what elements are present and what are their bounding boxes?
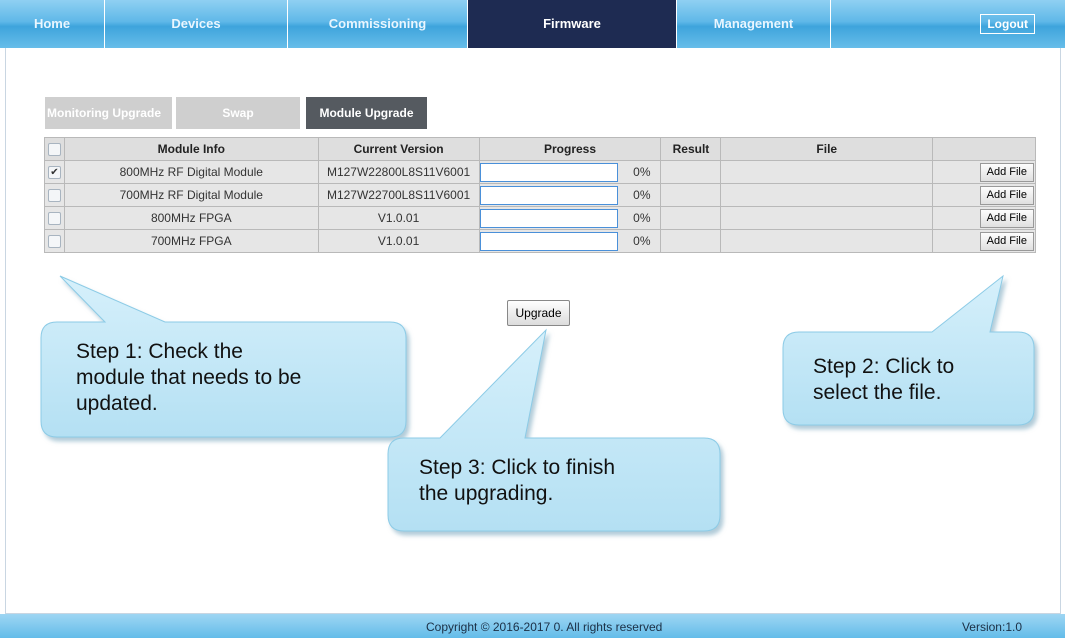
file-cell	[720, 183, 934, 207]
column-header-action	[932, 137, 1036, 161]
nav-tab-commissioning[interactable]: Commissioning	[288, 0, 468, 48]
callout-step2-text: Step 2: Click to select the file.	[813, 354, 954, 406]
result-cell	[660, 160, 722, 184]
nav-tab-management[interactable]: Management	[677, 0, 831, 48]
firmware-subtabs: Monitoring Upgrade Swap Module Upgrade	[45, 97, 431, 129]
module-info-cell: 800MHz RF Digital Module	[63, 160, 319, 184]
callout-step3-line: the upgrading.	[419, 482, 554, 505]
file-cell	[720, 206, 934, 230]
current-version-cell: V1.0.01	[317, 206, 480, 230]
result-cell	[660, 229, 722, 253]
add-file-button[interactable]: Add File	[979, 185, 1034, 205]
nav-tab-home[interactable]: Home	[0, 0, 105, 48]
subtab-module-upgrade[interactable]: Module Upgrade	[306, 97, 427, 129]
progress-cell: 0%	[478, 229, 662, 253]
progress-cell: 0%	[478, 206, 662, 230]
progress-percent: 0%	[633, 234, 651, 248]
logout-button[interactable]: Logout	[980, 14, 1035, 34]
subtab-monitoring-upgrade[interactable]: Monitoring Upgrade	[45, 97, 172, 129]
current-version-cell: M127W22700L8S11V6001	[317, 183, 480, 207]
file-cell	[720, 160, 934, 184]
row-checkbox[interactable]: ✔	[47, 166, 61, 180]
progress-cell: 0%	[478, 160, 662, 184]
table-row: 700MHz RF Digital Module M127W22700L8S11…	[44, 183, 1036, 207]
column-header-current-version: Current Version	[317, 137, 480, 161]
module-info-cell: 800MHz FPGA	[63, 206, 319, 230]
column-header-file: File	[720, 137, 934, 161]
add-file-button[interactable]: Add File	[979, 162, 1034, 182]
current-version-cell: V1.0.01	[317, 229, 480, 253]
table-row: 700MHz FPGA V1.0.01 0% Add File	[44, 229, 1036, 253]
table-header-row: Module Info Current Version Progress Res…	[44, 137, 1036, 161]
row-select-cell	[44, 183, 65, 207]
upgrade-button[interactable]: Upgrade	[507, 300, 570, 326]
add-file-button[interactable]: Add File	[979, 231, 1034, 251]
callout-step1-line: updated.	[76, 392, 158, 415]
progress-bar	[479, 231, 618, 251]
subtab-swap[interactable]: Swap	[176, 97, 300, 129]
progress-bar	[479, 208, 618, 228]
callout-step2-line: Step 2: Click to	[813, 355, 955, 378]
module-info-cell: 700MHz RF Digital Module	[63, 183, 319, 207]
top-navigation-bar: Home Devices Commissioning Firmware Mana…	[0, 0, 1065, 48]
callout-step3-line: Step 3: Click to finish	[419, 456, 616, 479]
table-row: ✔ 800MHz RF Digital Module M127W22800L8S…	[44, 160, 1036, 184]
row-select-cell	[44, 229, 65, 253]
column-header-module-info: Module Info	[63, 137, 319, 161]
callout-step1-line: Step 1: Check the	[76, 340, 243, 363]
row-select-cell: ✔	[44, 160, 65, 184]
add-file-cell: Add File	[932, 229, 1036, 253]
module-upgrade-table: Module Info Current Version Progress Res…	[44, 137, 1036, 253]
add-file-button[interactable]: Add File	[979, 208, 1034, 228]
nav-logout-area: Logout	[831, 0, 1065, 48]
add-file-cell: Add File	[932, 160, 1036, 184]
result-cell	[660, 183, 722, 207]
version-text: Version:1.0	[961, 620, 1022, 634]
progress-percent: 0%	[633, 165, 651, 179]
add-file-cell: Add File	[932, 206, 1036, 230]
progress-cell: 0%	[478, 183, 662, 207]
content-panel	[5, 48, 1061, 614]
module-info-cell: 700MHz FPGA	[63, 229, 319, 253]
add-file-cell: Add File	[932, 183, 1036, 207]
progress-percent: 0%	[633, 211, 651, 225]
callout-step3-text: Step 3: Click to finish the upgrading.	[419, 455, 615, 507]
select-all-checkbox[interactable]	[47, 143, 61, 157]
row-checkbox[interactable]	[47, 235, 61, 249]
callout-step1-line: module that needs to be	[76, 366, 302, 389]
progress-bar	[479, 162, 618, 182]
current-version-cell: M127W22800L8S11V6001	[317, 160, 480, 184]
column-header-result: Result	[660, 137, 722, 161]
table-row: 800MHz FPGA V1.0.01 0% Add File	[44, 206, 1036, 230]
progress-bar	[479, 185, 618, 205]
footer-bar: Copyright © 2016-2017 0. All rights rese…	[0, 614, 1065, 638]
row-checkbox[interactable]	[47, 189, 61, 203]
progress-percent: 0%	[633, 188, 651, 202]
result-cell	[660, 206, 722, 230]
file-cell	[720, 229, 934, 253]
nav-tab-devices[interactable]: Devices	[105, 0, 288, 48]
select-all-cell	[44, 137, 65, 161]
row-checkbox[interactable]	[47, 212, 61, 226]
callout-step1-text: Step 1: Check the module that needs to b…	[76, 339, 301, 417]
column-header-progress: Progress	[478, 137, 662, 161]
nav-tab-firmware[interactable]: Firmware	[468, 0, 677, 48]
callout-step2-line: select the file.	[813, 381, 942, 404]
copyright-text: Copyright © 2016-2017 0. All rights rese…	[426, 620, 663, 634]
row-select-cell	[44, 206, 65, 230]
